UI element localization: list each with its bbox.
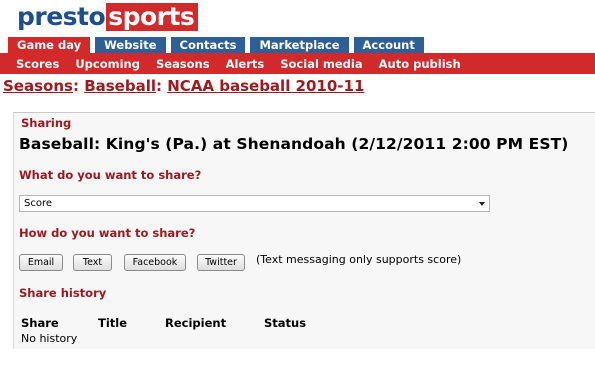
sub-navigation: Scores Upcoming Seasons Alerts Social me… (0, 53, 595, 74)
column-header-share: Share (21, 316, 59, 330)
how-to-share-label: How do you want to share? (19, 226, 196, 240)
breadcrumb-season[interactable]: NCAA baseball 2010-11 (167, 77, 364, 95)
column-header-recipient: Recipient (165, 316, 227, 330)
twitter-button[interactable]: Twitter (197, 254, 245, 271)
nav-social-media[interactable]: Social media (280, 57, 362, 71)
tab-account[interactable]: Account (353, 37, 424, 53)
prestosports-logo[interactable]: presto sports (17, 2, 199, 31)
share-history-heading: Share history (19, 286, 107, 300)
share-type-value: Score (24, 198, 53, 209)
text-button[interactable]: Text (73, 254, 112, 271)
tab-marketplace[interactable]: Marketplace (250, 37, 349, 53)
nav-upcoming[interactable]: Upcoming (75, 57, 140, 71)
facebook-button[interactable]: Facebook (124, 254, 186, 271)
logo-text-sports: sports (106, 3, 199, 31)
top-tabs: Game day Website Contacts Marketplace Ac… (8, 37, 429, 53)
chevron-down-icon (479, 202, 485, 206)
breadcrumb-sport[interactable]: Baseball (84, 77, 156, 95)
share-note: (Text messaging only supports score) (256, 253, 462, 266)
tab-contacts[interactable]: Contacts (170, 37, 246, 53)
panel-heading: Sharing (21, 116, 72, 130)
breadcrumb: Seasons: Baseball: NCAA baseball 2010-11 (3, 77, 364, 95)
logo-text-presto: presto (17, 2, 106, 31)
breadcrumb-separator: : (156, 77, 168, 95)
column-header-status: Status (264, 316, 307, 330)
email-button[interactable]: Email (19, 254, 63, 271)
what-to-share-label: What do you want to share? (19, 168, 202, 182)
nav-alerts[interactable]: Alerts (226, 57, 265, 71)
nav-scores[interactable]: Scores (16, 57, 59, 71)
sharing-panel: Sharing Baseball: King's (Pa.) at Shenan… (13, 112, 595, 349)
column-header-title: Title (98, 316, 128, 330)
history-empty-message: No history (21, 332, 78, 345)
tab-game-day[interactable]: Game day (8, 37, 91, 53)
breadcrumb-seasons[interactable]: Seasons (3, 77, 73, 95)
nav-auto-publish[interactable]: Auto publish (379, 57, 461, 71)
breadcrumb-separator: : (72, 77, 85, 95)
game-title: Baseball: King's (Pa.) at Shenandoah (2/… (19, 135, 569, 153)
nav-seasons[interactable]: Seasons (156, 57, 210, 71)
share-type-select[interactable]: Score (19, 195, 490, 212)
tab-website[interactable]: Website (95, 37, 166, 53)
